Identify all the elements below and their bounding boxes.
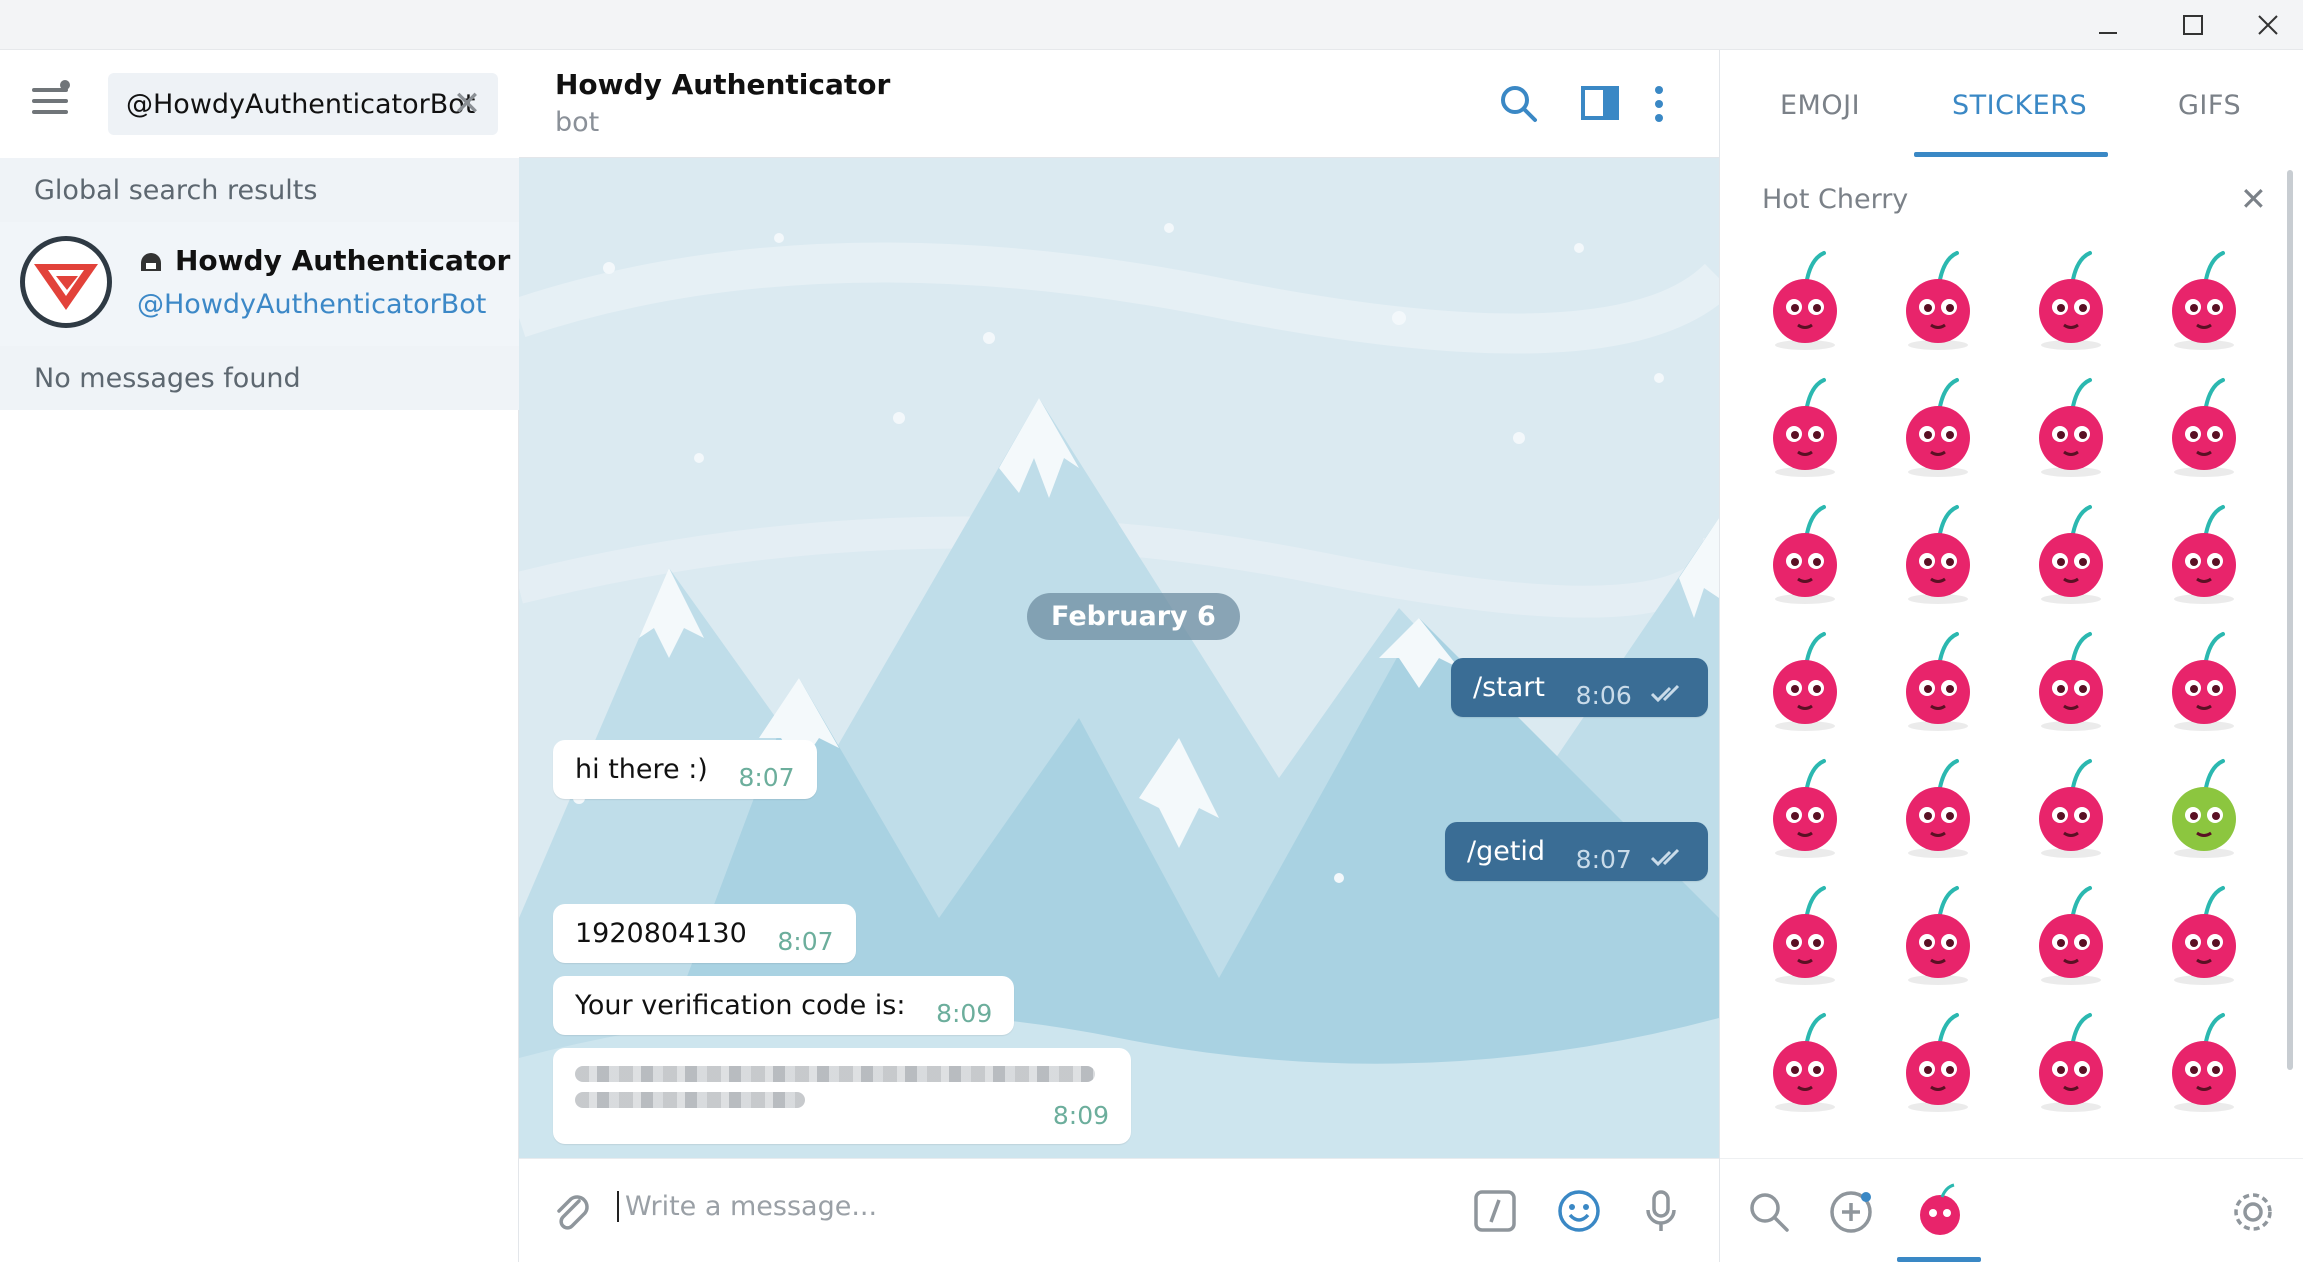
sticker-item[interactable] <box>2149 372 2259 482</box>
blurred-code <box>575 1092 805 1108</box>
tab-gifs[interactable]: GIFS <box>2178 90 2241 121</box>
sticker-item[interactable] <box>1883 626 1993 736</box>
sticker-item[interactable] <box>1883 372 1993 482</box>
selected-pack-indicator <box>1897 1257 1981 1262</box>
sticker-settings-icon[interactable] <box>2230 1189 2276 1235</box>
clear-search-icon[interactable]: ✕ <box>450 87 484 121</box>
minimize-icon[interactable] <box>2073 0 2143 50</box>
message-time: 8:06 <box>1575 681 1632 710</box>
message-time: 8:09 <box>1052 1101 1109 1130</box>
active-tab-indicator <box>1914 152 2108 157</box>
sticker-item[interactable] <box>1883 880 1993 990</box>
message-text: 1920804130 <box>575 918 747 949</box>
maximize-icon[interactable] <box>2158 0 2228 50</box>
sticker-item[interactable] <box>2149 753 2259 863</box>
chat-title[interactable]: Howdy Authenticator <box>555 68 890 101</box>
date-separator: February 6 <box>1027 593 1240 640</box>
message-bubble[interactable]: 8:09 <box>553 1048 1131 1144</box>
sticker-item[interactable] <box>1750 245 1860 355</box>
sticker-item[interactable] <box>2016 753 2126 863</box>
menu-icon[interactable] <box>32 80 72 118</box>
message-input[interactable]: Write a message... <box>617 1191 877 1222</box>
sticker-item[interactable] <box>2149 626 2259 736</box>
sticker-item[interactable] <box>1750 626 1860 736</box>
message-time: 8:09 <box>936 999 993 1028</box>
sticker-item[interactable] <box>1883 753 1993 863</box>
message-bubble[interactable]: /start 8:06 <box>1451 658 1709 717</box>
chat-subtitle: bot <box>555 107 600 138</box>
left-header: @HowdyAuthenticatorBot ✕ <box>0 50 519 158</box>
bot-avatar <box>20 236 112 328</box>
sticker-search-icon[interactable] <box>1746 1189 1792 1235</box>
message-bubble[interactable]: 1920804130 8:07 <box>553 904 856 963</box>
sticker-item[interactable] <box>1750 880 1860 990</box>
global-search-label: Global search results <box>34 174 318 206</box>
left-panel: @HowdyAuthenticatorBot ✕ Global search r… <box>0 50 519 1262</box>
sticker-pack-title: Hot Cherry <box>1762 184 1909 215</box>
sticker-item[interactable] <box>2016 245 2126 355</box>
result-name-text: Howdy Authenticator <box>175 244 511 277</box>
message-text: hi there :) <box>575 754 708 785</box>
sticker-pack-thumb[interactable] <box>1912 1183 1968 1239</box>
sticker-item[interactable] <box>1883 1007 1993 1117</box>
sticker-item[interactable] <box>2149 245 2259 355</box>
sticker-item[interactable] <box>2016 372 2126 482</box>
tab-emoji[interactable]: EMOJI <box>1780 90 1860 121</box>
sticker-item[interactable] <box>1750 753 1860 863</box>
sticker-item[interactable] <box>1750 499 1860 609</box>
close-icon[interactable] <box>2233 0 2303 50</box>
sticker-item[interactable] <box>1883 245 1993 355</box>
search-icon[interactable] <box>1497 82 1541 126</box>
sticker-item[interactable] <box>1750 372 1860 482</box>
sticker-item[interactable] <box>2016 1007 2126 1117</box>
more-options-icon[interactable] <box>1649 82 1693 126</box>
scrollbar[interactable] <box>2287 170 2293 1070</box>
emoji-icon[interactable] <box>1557 1189 1601 1233</box>
sticker-bottom-bar <box>1720 1158 2303 1262</box>
message-bubble[interactable]: hi there :) 8:07 <box>553 740 817 799</box>
search-input[interactable]: @HowdyAuthenticatorBot ✕ <box>108 73 498 135</box>
sticker-item[interactable] <box>2149 499 2259 609</box>
sidebar-toggle-icon[interactable] <box>1579 82 1623 126</box>
message-text: Your verification code is: <box>575 990 906 1021</box>
message-text: /getid <box>1467 836 1546 867</box>
result-username: @HowdyAuthenticatorBot <box>137 289 487 320</box>
message-time: 8:07 <box>777 927 834 956</box>
no-messages-label: No messages found <box>34 362 301 394</box>
add-sticker-icon[interactable] <box>1828 1189 1874 1235</box>
search-input-value: @HowdyAuthenticatorBot <box>126 88 476 120</box>
sticker-item[interactable] <box>2149 1007 2259 1117</box>
bot-icon <box>141 252 161 271</box>
tab-stickers[interactable]: STICKERS <box>1952 90 2087 121</box>
global-search-header: Global search results <box>0 158 519 222</box>
message-time: 8:07 <box>738 763 795 792</box>
read-checks-icon <box>1650 844 1686 875</box>
message-text: /start <box>1473 672 1545 703</box>
chat-header: Howdy Authenticator bot <box>519 50 1719 158</box>
sticker-item[interactable] <box>2016 499 2126 609</box>
attach-icon[interactable] <box>549 1189 593 1233</box>
sticker-item[interactable] <box>2016 626 2126 736</box>
blurred-code <box>575 1066 1095 1082</box>
window-titlebar <box>0 0 2303 50</box>
message-bubble[interactable]: Your verification code is: 8:09 <box>553 976 1015 1035</box>
search-result-row[interactable]: Howdy Authenticator @HowdyAuthenticatorB… <box>0 222 519 346</box>
microphone-icon[interactable] <box>1639 1189 1683 1233</box>
close-pack-icon[interactable]: ✕ <box>2240 180 2267 218</box>
sticker-panel: EMOJI STICKERS GIFS Hot Cherry ✕ <box>1719 50 2303 1262</box>
compose-bar: Write a message... <box>519 1158 1719 1262</box>
message-bubble[interactable]: /getid 8:07 <box>1445 822 1709 881</box>
chat-area: February 6 /start 8:06 hi there :) 8:07 … <box>519 158 1719 1158</box>
result-name: Howdy Authenticator <box>137 244 510 277</box>
sticker-item[interactable] <box>2149 880 2259 990</box>
sticker-item[interactable] <box>1883 499 1993 609</box>
message-time: 8:07 <box>1575 845 1632 874</box>
sticker-item[interactable] <box>2016 880 2126 990</box>
no-messages-row: No messages found <box>0 346 519 410</box>
bot-commands-icon[interactable] <box>1473 1189 1517 1233</box>
read-checks-icon <box>1650 680 1686 711</box>
sticker-item[interactable] <box>1750 1007 1860 1117</box>
